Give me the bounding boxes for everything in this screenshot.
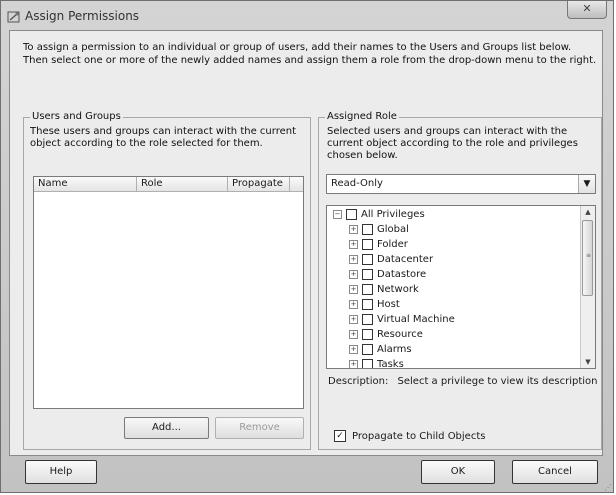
tree-item-label: Folder (377, 239, 408, 250)
tree-item-alarms[interactable]: + Alarms (349, 342, 412, 357)
window-title: Assign Permissions (25, 9, 140, 23)
description-label: Description: (328, 376, 389, 387)
users-and-groups-description: These users and groups can interact with… (30, 126, 296, 149)
checkbox-datacenter[interactable] (362, 253, 373, 265)
column-header-role[interactable]: Role (137, 177, 228, 191)
cancel-button[interactable]: Cancel (512, 460, 598, 484)
expand-icon[interactable]: + (349, 284, 358, 294)
role-dropdown[interactable]: Read-Only ▼ (326, 174, 596, 194)
resize-grip-icon[interactable]: ⋰ (604, 483, 614, 493)
close-button[interactable]: ✕ (567, 1, 607, 19)
tree-item-label: Network (377, 284, 419, 295)
expand-icon[interactable]: + (349, 359, 358, 368)
checkbox-folder[interactable] (362, 238, 373, 250)
checkbox-virtual-machine[interactable] (362, 313, 373, 325)
checkbox-all-privileges[interactable] (346, 208, 357, 220)
scrollbar-thumb[interactable]: ≡ (582, 220, 593, 296)
tree-item-label: Virtual Machine (377, 314, 455, 325)
scroll-up-icon[interactable]: ▲ (581, 206, 595, 218)
tree-item-datastore[interactable]: + Datastore (349, 267, 426, 282)
tree-item-all-privileges[interactable]: − All Privileges (333, 207, 425, 222)
users-groups-list[interactable]: Name Role Propagate (33, 176, 304, 409)
expand-icon[interactable]: + (349, 239, 358, 249)
checkbox-datastore[interactable] (362, 268, 373, 280)
checkbox-network[interactable] (362, 283, 373, 295)
checkbox-tasks[interactable] (362, 358, 373, 368)
tree-item-host[interactable]: + Host (349, 297, 400, 312)
expand-icon[interactable]: + (349, 314, 358, 324)
tree-item-label: Datacenter (377, 254, 434, 265)
ok-button[interactable]: OK (421, 460, 495, 484)
propagate-label: Propagate to Child Objects (352, 431, 486, 442)
tree-item-tasks[interactable]: + Tasks (349, 357, 404, 369)
role-dropdown-value: Read-Only (331, 178, 383, 189)
add-button[interactable]: Add... (124, 417, 209, 439)
tree-item-label: All Privileges (361, 209, 425, 220)
propagate-checkbox[interactable]: ✓ (334, 430, 346, 442)
title-bar[interactable]: Assign Permissions ✕ (1, 1, 613, 31)
permissions-icon (7, 11, 20, 23)
chevron-down-icon[interactable]: ▼ (578, 175, 595, 193)
expand-icon[interactable]: + (349, 344, 358, 354)
privileges-scrollbar[interactable]: ▲ ≡ ▼ (580, 206, 595, 368)
expand-icon[interactable]: + (349, 299, 358, 309)
scroll-down-icon[interactable]: ▼ (581, 356, 595, 368)
tree-item-label: Alarms (377, 344, 412, 355)
tree-item-label: Datastore (377, 269, 427, 280)
expand-icon[interactable]: + (349, 269, 358, 279)
grip-icon: ≡ (586, 252, 592, 259)
description-value: Select a privilege to view its descripti… (397, 376, 598, 387)
tree-item-global[interactable]: + Global (349, 222, 409, 237)
tree-item-datacenter[interactable]: + Datacenter (349, 252, 433, 267)
propagate-checkbox-row[interactable]: ✓ Propagate to Child Objects (334, 430, 485, 442)
assigned-role-description: Selected users and groups can interact w… (327, 126, 578, 161)
tree-item-label: Resource (377, 329, 423, 340)
tree-item-folder[interactable]: + Folder (349, 237, 408, 252)
privileges-tree[interactable]: − All Privileges + Global + Folder + Datacen… (326, 205, 596, 369)
instructions-text: To assign a permission to an individual … (23, 42, 597, 66)
checkbox-host[interactable] (362, 298, 373, 310)
assigned-role-legend: Assigned Role (325, 111, 399, 122)
tree-item-virtual-machine[interactable]: + Virtual Machine (349, 312, 455, 327)
expand-icon[interactable]: + (349, 329, 358, 339)
remove-button[interactable]: Remove (215, 417, 304, 439)
close-icon: ✕ (582, 2, 592, 15)
column-header-name[interactable]: Name (34, 177, 137, 191)
column-header-propagate[interactable]: Propagate (228, 177, 290, 191)
expand-icon[interactable]: + (349, 254, 358, 264)
checkbox-alarms[interactable] (362, 343, 373, 355)
tree-item-label: Host (377, 299, 400, 310)
checkbox-global[interactable] (362, 223, 373, 235)
tree-item-label: Global (377, 224, 409, 235)
checkbox-resource[interactable] (362, 328, 373, 340)
tree-item-resource[interactable]: + Resource (349, 327, 423, 342)
expand-icon[interactable]: + (349, 224, 358, 234)
users-and-groups-legend: Users and Groups (30, 111, 123, 122)
list-header: Name Role Propagate (34, 177, 303, 192)
help-button[interactable]: Help (25, 460, 97, 484)
tree-item-network[interactable]: + Network (349, 282, 419, 297)
collapse-icon[interactable]: − (333, 209, 342, 219)
privilege-description: Description: Select a privilege to view … (328, 376, 598, 387)
tree-item-label: Tasks (377, 359, 404, 369)
